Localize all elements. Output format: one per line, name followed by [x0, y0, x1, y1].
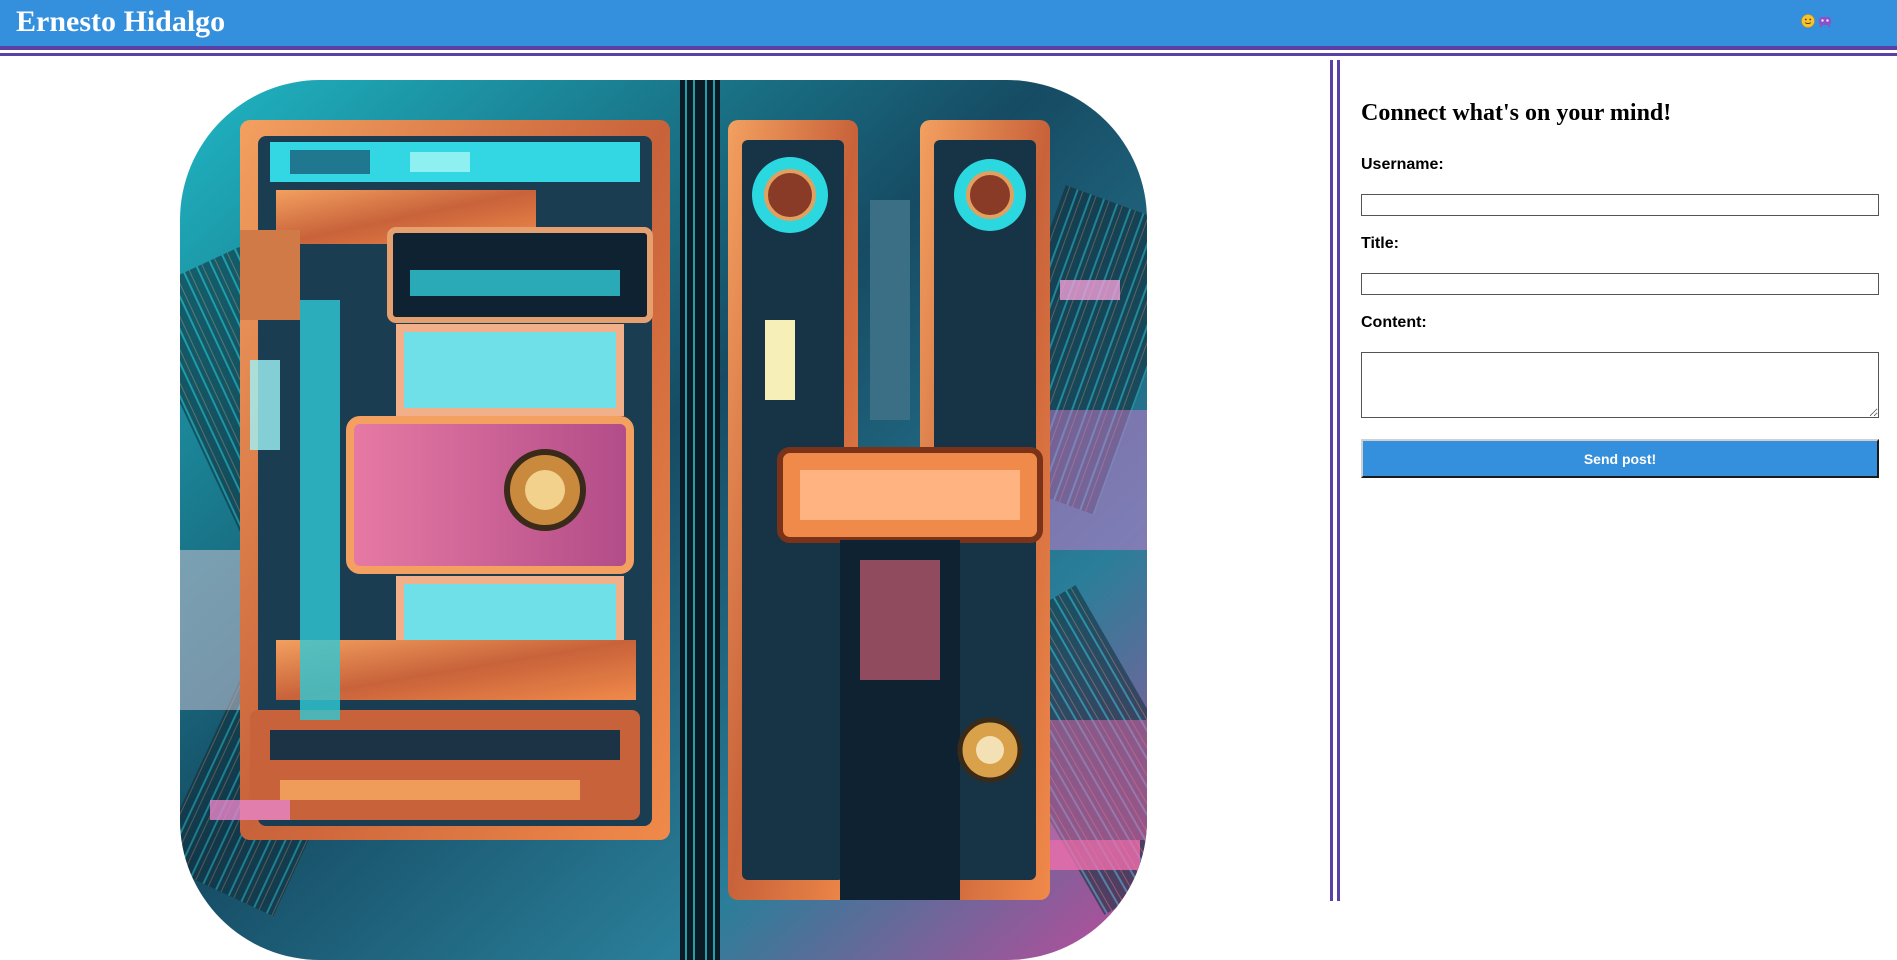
- main-content: Connect what's on your mind! Username: T…: [0, 60, 1897, 960]
- header-icons: [1801, 14, 1832, 28]
- smiley-face-emoji-icon[interactable]: [1801, 14, 1815, 28]
- alien-monster-emoji-icon[interactable]: [1818, 14, 1832, 28]
- username-input[interactable]: [1361, 194, 1879, 216]
- art-panel: [0, 60, 1330, 960]
- form-heading: Connect what's on your mind!: [1361, 100, 1672, 126]
- title-input[interactable]: [1361, 273, 1879, 295]
- cyberpunk-circuit-artwork: [180, 80, 1147, 960]
- site-header: Ernesto Hidalgo: [0, 0, 1897, 56]
- send-post-button[interactable]: Send post!: [1361, 439, 1879, 478]
- username-label: Username:: [1361, 156, 1444, 173]
- content-label: Content:: [1361, 314, 1427, 331]
- title-label: Title:: [1361, 235, 1399, 252]
- vertical-divider: [1330, 60, 1340, 901]
- content-textarea[interactable]: [1361, 352, 1879, 418]
- site-title[interactable]: Ernesto Hidalgo: [16, 4, 225, 40]
